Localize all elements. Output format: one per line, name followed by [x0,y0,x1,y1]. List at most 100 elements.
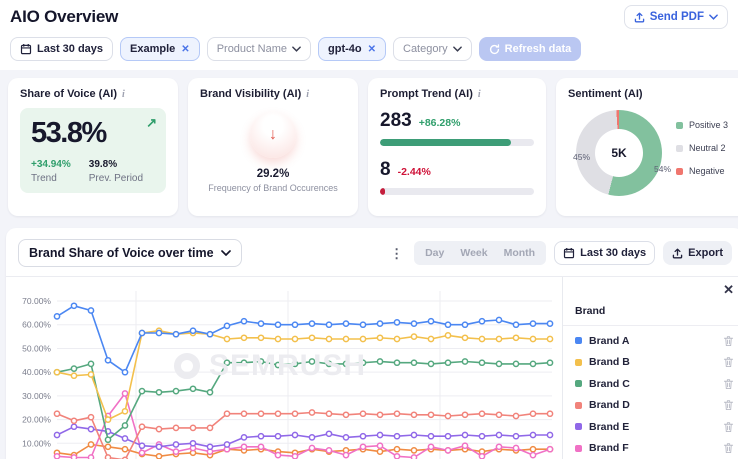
trash-icon[interactable] [723,442,734,454]
chevron-down-icon [292,46,301,52]
sentiment-legend-label: Neutral 2 [689,143,726,153]
remove-example-icon[interactable]: ✕ [181,44,189,55]
brand-visibility-card: Brand Visibility (AI) i ↓ 29.2% Frequency… [188,78,358,216]
info-icon[interactable]: i [306,89,309,100]
legend-brand-row[interactable]: Brand D [575,395,734,417]
sentiment-legend: Positive 3 Neutral 2 Negative [676,120,728,202]
prompt-bar1-fill [380,139,511,146]
info-icon[interactable]: i [122,89,125,100]
brand-label: Brand A [589,334,630,347]
chart-title-dropdown[interactable]: Brand Share of Voice over time [18,239,242,267]
sentiment-card: Sentiment (AI) 5K 45% 54% Positive 3 Neu… [556,78,738,216]
send-pdf-label: Send PDF [649,11,704,23]
legend-brand-row[interactable]: Brand E [575,416,734,438]
prompt-metric1-value: 283 [380,110,412,131]
share-of-voice-value-box: 53.8% ↗ +34.94% Trend 39.8% Prev. Period [20,108,166,193]
legend-swatch [676,144,683,152]
trash-icon[interactable] [723,378,734,390]
category-label: Category [403,43,448,55]
neutral-pct-label: 45% [573,152,591,162]
product-name-label: Product Name [216,43,287,55]
product-name-dropdown[interactable]: Product Name [206,37,311,61]
tab-week[interactable]: Week [452,244,495,262]
refresh-data-button[interactable]: Refresh data [478,37,582,61]
brand-visibility-subtitle: Frequency of Brand Occurences [208,183,338,193]
trash-icon[interactable] [723,335,734,347]
svg-text:40.00%: 40.00% [22,367,51,377]
sentiment-legend-label: Positive 3 [689,120,729,130]
brand-color-swatch [575,380,582,388]
chart-panel: Brand Share of Voice over time ⋮ Day Wee… [6,228,738,459]
prompt-metric1-bar [380,139,534,146]
trash-icon[interactable] [723,356,734,368]
chevron-down-icon [709,14,718,20]
brand-label: Brand F [589,442,629,455]
share-of-voice-value: 53.8% [31,117,107,149]
kpi-card-row: Share of Voice (AI) i 53.8% ↗ +34.94% Tren… [0,70,738,222]
chevron-down-icon [220,250,231,256]
sentiment-legend-label: Negative [689,166,725,176]
legend-brand-row[interactable]: Brand F [575,438,734,459]
legend-brand-row[interactable]: Brand B [575,352,734,374]
model-filter-chip[interactable]: gpt-4o ✕ [318,37,386,61]
sentiment-legend-item[interactable]: Negative [676,166,728,176]
prompt-metric2-bar [380,188,534,195]
remove-model-icon[interactable]: ✕ [368,44,376,55]
calendar-icon [20,43,32,55]
trend-value: +34.94% [31,159,71,170]
filter-row: Last 30 days Example ✕ Product Name gpt-… [10,37,728,61]
export-label: Export [688,247,723,259]
sentiment-title: Sentiment (AI) [568,88,643,100]
share-of-voice-title: Share of Voice (AI) [20,88,117,100]
prompt-trend-card: Prompt Trend (AI) i 283 +86.28% 8 -2.44% [368,78,546,216]
prev-period-label: Prev. Period [88,172,144,184]
example-chip-label: Example [130,43,176,55]
aio-overview-page: AIO Overview Send PDF Last 30 days Examp… [0,0,738,459]
svg-text:60.00%: 60.00% [22,320,51,330]
trash-icon[interactable] [723,421,734,433]
chart-title: Brand Share of Voice over time [29,246,214,260]
brand-list: Brand A Brand B Brand C Brand D Brand E … [575,330,734,459]
tab-day[interactable]: Day [417,244,452,262]
brand-color-swatch [575,444,582,452]
brand-label: Brand E [589,420,630,433]
model-chip-label: gpt-4o [328,43,362,55]
info-icon[interactable]: i [478,89,481,100]
tab-month[interactable]: Month [496,244,544,262]
chart-header: Brand Share of Voice over time ⋮ Day Wee… [6,228,738,277]
donut-center-label: 5K [611,146,627,160]
sentiment-legend-item[interactable]: Neutral 2 [676,143,728,153]
line-chart-area: SEMRUSH 70.00% 60.00% 50.00% 40.00% 30.00% 20… [6,277,562,459]
send-pdf-button[interactable]: Send PDF [623,5,728,29]
close-icon[interactable]: ✕ [723,282,734,298]
brand-color-swatch [575,337,582,345]
prev-period-value: 39.8% [88,159,118,170]
prompt-metric2-change: -2.44% [397,166,431,178]
date-range-filter[interactable]: Last 30 days [10,37,114,61]
category-dropdown[interactable]: Category [393,37,472,61]
chart-date-range-label: Last 30 days [580,247,647,259]
divider [563,325,738,326]
top-bar: AIO Overview Send PDF Last 30 days Examp… [0,0,738,70]
svg-text:30.00%: 30.00% [22,391,51,401]
chart-body: SEMRUSH 70.00% 60.00% 50.00% 40.00% 30.00% 20… [6,277,738,459]
trend-label: Trend [31,172,57,184]
sentiment-donut-chart[interactable]: 5K 45% 54% [572,106,671,202]
prompt-metric1-change: +86.28% [418,117,461,129]
legend-brand-row[interactable]: Brand C [575,373,734,395]
chart-date-range-button[interactable]: Last 30 days [554,241,656,265]
share-of-voice-line-chart[interactable]: 70.00% 60.00% 50.00% 40.00% 30.00% 20.00% 10.0… [6,277,562,459]
granularity-segment: Day Week Month [414,241,547,265]
export-button[interactable]: Export [663,241,732,265]
calendar-icon [563,247,575,259]
positive-pct-label: 54% [653,164,671,174]
trash-icon[interactable] [723,399,734,411]
kebab-menu-icon[interactable]: ⋮ [387,247,406,260]
example-filter-chip[interactable]: Example ✕ [120,37,200,61]
brand-legend-header: Brand [575,305,606,317]
brand-legend-panel: ✕ Brand Brand A Brand B Brand C Brand D … [562,277,738,459]
legend-brand-row[interactable]: Brand A [575,330,734,352]
refresh-icon [489,43,500,55]
refresh-data-label: Refresh data [504,43,572,55]
sentiment-legend-item[interactable]: Positive 3 [676,120,728,130]
